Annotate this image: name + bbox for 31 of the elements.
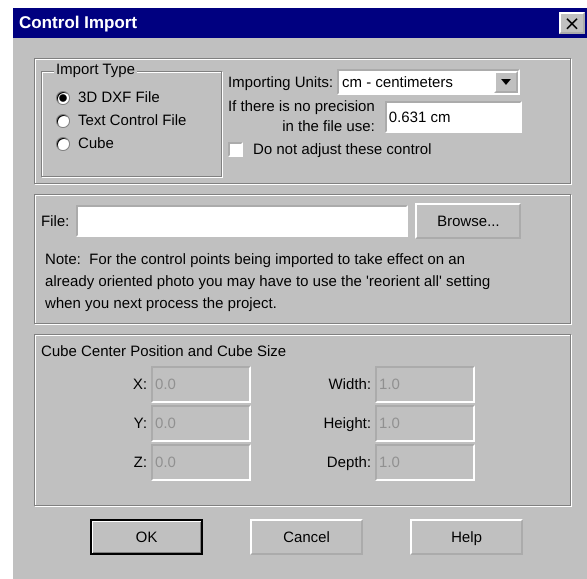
radio-label: Cube [78,135,114,152]
caret-icon [501,79,512,85]
field-label: Height: [322,415,371,432]
dialog-button[interactable]: OK [90,519,203,555]
section-title: Cube Center Position and Cube Size [41,343,288,360]
field-label: Depth: [326,454,371,471]
note-text: Note: For the control points being imported to take effect on an already oriented photo you may have to use the 'reorient all' setting when you next process the project. [45,250,492,314]
dialog-button[interactable]: Help [410,519,523,555]
dropdown-arrow-button[interactable] [494,71,518,93]
close-button[interactable]: × [559,12,585,34]
precision-field[interactable]: 0.631 cm [384,101,522,133]
window-title: Control Import [19,13,138,33]
radio-button[interactable] [56,90,70,104]
radio-button[interactable] [56,136,70,150]
units-label: Importing Units: [228,74,334,90]
dialog-button[interactable]: Cancel [250,519,363,555]
radio-label: Text Control File [78,112,186,129]
browse-button[interactable]: Browse... [415,203,522,239]
checkbox-label: Do not adjust these control [253,141,432,158]
file-label: File: [41,212,70,230]
radio-button[interactable] [56,114,70,128]
precision-label: If there is no precision in the file use: [228,97,375,137]
file-field[interactable] [76,205,408,237]
field-label: Y: [132,415,147,432]
group-label: Import Type [54,61,137,78]
field-label: Width: [327,376,371,393]
units-dropdown[interactable]: cm - centimeters [337,69,520,95]
field-label: Z: [132,454,147,471]
checkbox[interactable] [228,142,243,157]
field-label: X: [132,376,147,393]
radio-label: 3D DXF File [78,89,160,106]
